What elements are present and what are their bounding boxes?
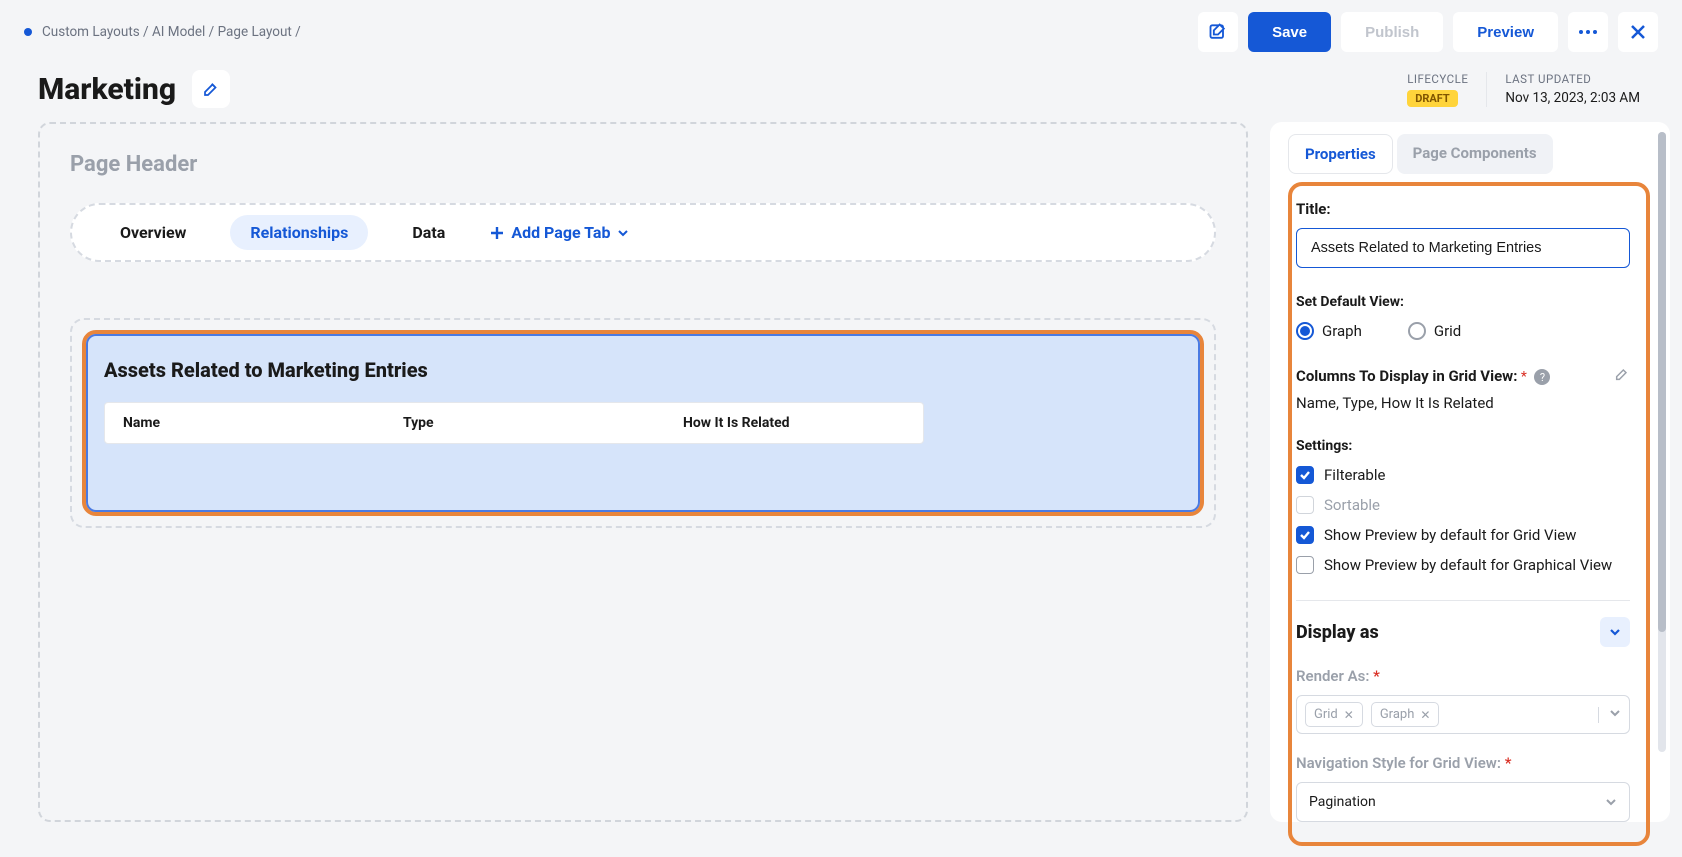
tab-overview[interactable]: Overview	[100, 215, 206, 250]
title-input[interactable]	[1296, 228, 1630, 268]
lifecycle-badge: DRAFT	[1407, 90, 1458, 107]
save-button[interactable]: Save	[1248, 12, 1331, 52]
status-dot	[24, 28, 32, 36]
page-title: Marketing	[38, 72, 176, 107]
panel-tab-components[interactable]: Page Components	[1397, 134, 1553, 174]
close-icon[interactable]	[1618, 12, 1658, 52]
page-header-placeholder: Page Header	[70, 152, 1216, 177]
chevron-down-icon	[617, 227, 629, 239]
preview-button[interactable]: Preview	[1453, 12, 1558, 52]
chevron-down-icon	[1605, 796, 1617, 808]
tag-graph-label: Graph	[1380, 707, 1415, 722]
col-related: How It Is Related	[683, 415, 790, 431]
radio-graph-label: Graph	[1322, 322, 1362, 340]
checkbox-preview-graph[interactable]: Show Preview by default for Graphical Vi…	[1296, 556, 1630, 574]
remove-tag-grid[interactable]: ✕	[1344, 708, 1354, 722]
required-indicator: *	[1521, 369, 1527, 385]
relationship-card[interactable]: Assets Related to Marketing Entries Name…	[86, 334, 1200, 512]
render-as-select[interactable]: Grid ✕ Graph ✕	[1296, 695, 1630, 734]
check-icon	[1296, 556, 1314, 574]
help-icon[interactable]: ?	[1534, 369, 1550, 385]
tab-data[interactable]: Data	[392, 215, 465, 250]
edit-box-icon[interactable]	[1198, 12, 1238, 52]
canvas-area[interactable]: Page Header Overview Relationships Data …	[38, 122, 1248, 822]
divider	[1296, 600, 1630, 601]
checkbox-sortable: Sortable	[1296, 496, 1630, 514]
radio-grid-indicator	[1408, 322, 1426, 340]
col-name: Name	[123, 415, 403, 431]
radio-graph-indicator	[1296, 322, 1314, 340]
chevron-down-icon[interactable]	[1598, 707, 1621, 723]
radio-grid[interactable]: Grid	[1408, 322, 1461, 340]
drop-zone[interactable]: Assets Related to Marketing Entries Name…	[70, 318, 1216, 528]
tag-graph: Graph ✕	[1371, 702, 1440, 727]
add-page-tab-button[interactable]: Add Page Tab	[489, 223, 628, 242]
publish-button[interactable]: Publish	[1341, 12, 1443, 52]
required-indicator: *	[1373, 667, 1380, 685]
page-tabs-bar: Overview Relationships Data Add Page Tab	[70, 203, 1216, 262]
breadcrumb[interactable]: Custom Layouts / AI Model / Page Layout …	[42, 24, 301, 40]
last-updated-value: Nov 13, 2023, 2:03 AM	[1505, 90, 1640, 106]
lifecycle-label: LIFECYCLE	[1407, 72, 1468, 86]
remove-tag-graph[interactable]: ✕	[1420, 708, 1430, 722]
display-as-heading: Display as	[1296, 622, 1379, 643]
edit-title-button[interactable]	[192, 70, 230, 108]
radio-graph[interactable]: Graph	[1296, 322, 1362, 340]
card-title: Assets Related to Marketing Entries	[104, 358, 1182, 382]
check-icon	[1296, 526, 1314, 544]
preview-graph-label: Show Preview by default for Graphical Vi…	[1324, 556, 1612, 574]
last-updated-label: LAST UPDATED	[1505, 72, 1640, 86]
required-indicator: *	[1505, 754, 1512, 772]
render-as-label: Render As:	[1296, 667, 1369, 685]
preview-grid-label: Show Preview by default for Grid View	[1324, 526, 1576, 544]
check-icon	[1296, 496, 1314, 514]
columns-value: Name, Type, How It Is Related	[1296, 394, 1630, 412]
nav-style-select[interactable]: Pagination	[1296, 782, 1630, 822]
panel-tab-properties[interactable]: Properties	[1288, 134, 1393, 174]
default-view-label: Set Default View:	[1296, 294, 1630, 310]
settings-label: Settings:	[1296, 438, 1630, 454]
more-icon[interactable]	[1568, 12, 1608, 52]
tab-relationships[interactable]: Relationships	[230, 215, 368, 250]
check-icon	[1296, 466, 1314, 484]
selected-component-highlight: Assets Related to Marketing Entries Name…	[82, 330, 1204, 516]
nav-style-label: Navigation Style for Grid View:	[1296, 754, 1501, 772]
table-header: Name Type How It Is Related	[104, 402, 924, 444]
filterable-label: Filterable	[1324, 466, 1385, 484]
sortable-label: Sortable	[1324, 496, 1380, 514]
tag-grid-label: Grid	[1314, 707, 1338, 722]
nav-style-value: Pagination	[1309, 794, 1376, 810]
add-page-tab-label: Add Page Tab	[511, 223, 610, 242]
collapse-toggle[interactable]	[1600, 617, 1630, 647]
scrollbar[interactable]	[1658, 132, 1666, 752]
properties-panel: Properties Page Components Title: Set De…	[1270, 122, 1670, 822]
columns-label: Columns To Display in Grid View:	[1296, 367, 1517, 385]
col-type: Type	[403, 415, 683, 431]
edit-columns-button[interactable]	[1614, 366, 1630, 386]
checkbox-filterable[interactable]: Filterable	[1296, 466, 1630, 484]
title-field-label: Title:	[1296, 200, 1630, 218]
tag-grid: Grid ✕	[1305, 702, 1363, 727]
checkbox-preview-grid[interactable]: Show Preview by default for Grid View	[1296, 526, 1630, 544]
radio-grid-label: Grid	[1434, 322, 1461, 340]
properties-form-highlight: Title: Set Default View: Graph Grid Colu…	[1288, 182, 1650, 846]
